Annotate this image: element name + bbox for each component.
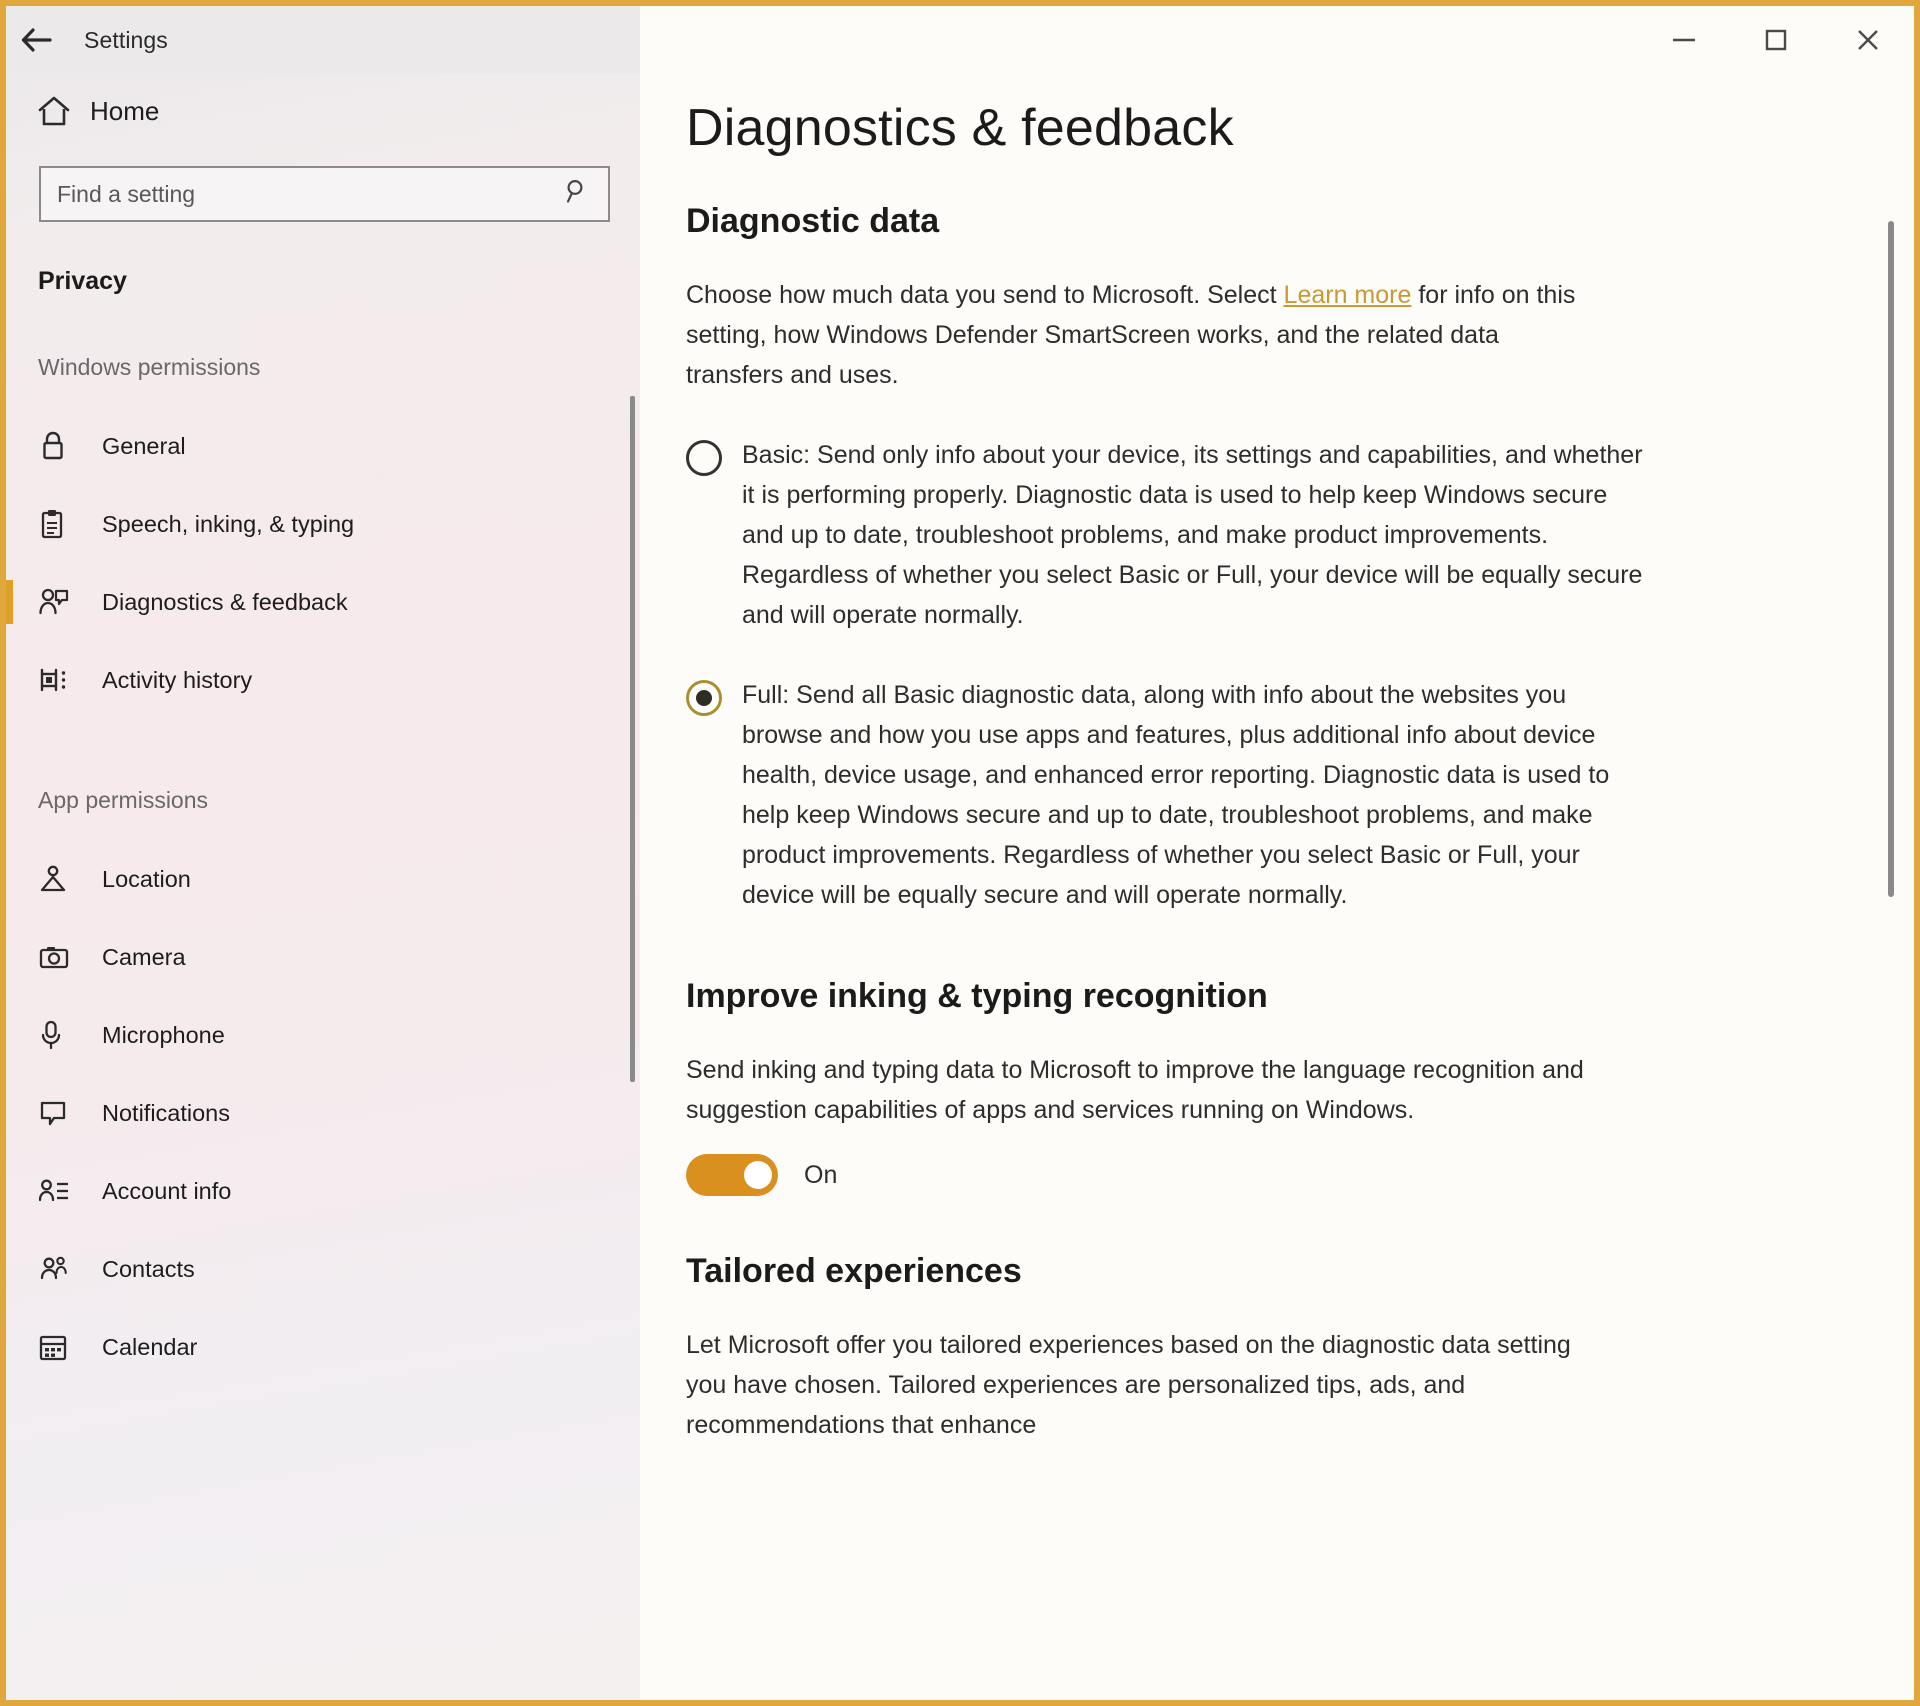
sidebar-scrollbar-thumb[interactable] xyxy=(630,396,635,1082)
camera-icon xyxy=(38,943,84,971)
calendar-icon xyxy=(38,1332,84,1362)
contacts-icon xyxy=(38,1255,84,1283)
sidebar-item-diagnostics-feedback[interactable]: Diagnostics & feedback xyxy=(6,563,640,641)
radio-basic-indicator[interactable] xyxy=(686,440,722,476)
sidebar-nav-app-permissions: Location Camera Microphone Notifications… xyxy=(6,840,640,1386)
sidebar-item-microphone-label: Microphone xyxy=(102,1021,225,1048)
maximize-icon xyxy=(1765,29,1787,51)
sidebar-item-home[interactable]: Home xyxy=(6,74,640,148)
inking-toggle-switch[interactable] xyxy=(686,1154,778,1196)
back-arrow-icon xyxy=(21,28,52,52)
sidebar-item-contacts[interactable]: Contacts xyxy=(6,1230,640,1308)
clipboard-icon xyxy=(38,508,84,540)
sidebar-item-general[interactable]: General xyxy=(6,407,640,485)
lock-icon xyxy=(38,430,84,462)
sidebar-item-location-label: Location xyxy=(102,865,191,892)
title-bar: Settings xyxy=(6,6,1914,74)
tailored-experiences-description: Let Microsoft offer you tailored experie… xyxy=(686,1331,1571,1439)
location-pin-icon xyxy=(38,863,84,895)
diagnostic-data-intro-before: Choose how much data you send to Microso… xyxy=(686,281,1284,309)
sidebar-item-speech-inking-typing[interactable]: Speech, inking, & typing xyxy=(6,485,640,563)
sidebar-item-notifications[interactable]: Notifications xyxy=(6,1074,640,1152)
app-title: Settings xyxy=(84,26,168,53)
improve-inking-description: Send inking and typing data to Microsoft… xyxy=(686,1056,1584,1124)
sidebar-nav-windows-permissions: General Speech, inking, & typing Diagnos… xyxy=(6,407,640,719)
section-heading-diagnostic-data: Diagnostic data xyxy=(686,202,940,240)
sidebar: Home Privacy Windows permissions xyxy=(6,6,640,1700)
activity-history-icon xyxy=(38,665,84,695)
page-title: Diagnostics & feedback xyxy=(686,99,1234,157)
search-input[interactable] xyxy=(41,168,608,220)
back-button[interactable] xyxy=(6,9,68,71)
sidebar-item-activity-history-label: Activity history xyxy=(102,666,253,693)
microphone-icon xyxy=(38,1019,84,1051)
notification-icon xyxy=(38,1098,84,1128)
sidebar-category-title: Privacy xyxy=(38,267,127,295)
minimize-icon xyxy=(1673,38,1695,42)
sidebar-item-microphone[interactable]: Microphone xyxy=(6,996,640,1074)
close-icon xyxy=(1858,30,1878,50)
minimize-button[interactable] xyxy=(1638,9,1730,71)
toggle-knob xyxy=(744,1161,772,1189)
diagnostic-data-intro: Choose how much data you send to Microso… xyxy=(686,241,1586,395)
title-bar-left: Settings xyxy=(6,6,640,74)
sidebar-item-diagnostics-feedback-label: Diagnostics & feedback xyxy=(102,588,348,615)
section-heading-tailored-experiences: Tailored experiences xyxy=(686,1252,1022,1290)
sidebar-item-calendar[interactable]: Calendar xyxy=(6,1308,640,1386)
main-content: Diagnostics & feedback Diagnostic data C… xyxy=(640,6,1914,1700)
sidebar-item-account-info[interactable]: Account info xyxy=(6,1152,640,1230)
search-box[interactable] xyxy=(39,166,610,222)
sidebar-item-speech-inking-typing-label: Speech, inking, & typing xyxy=(102,510,355,537)
sidebar-group-heading-windows-permissions: Windows permissions xyxy=(38,354,261,380)
sidebar-group-heading-app-permissions: App permissions xyxy=(38,787,209,813)
sidebar-item-account-info-label: Account info xyxy=(102,1177,232,1204)
maximize-button[interactable] xyxy=(1730,9,1822,71)
sidebar-item-notifications-label: Notifications xyxy=(102,1099,230,1126)
main-scrollbar-thumb[interactable] xyxy=(1888,221,1894,897)
search-container xyxy=(6,148,640,222)
window-controls xyxy=(640,6,1914,74)
radio-option-basic[interactable]: Basic: Send only info about your device,… xyxy=(686,395,1646,635)
settings-window: Settings Home Find a setting Privacy Win… xyxy=(0,0,1920,1706)
sidebar-item-general-label: General xyxy=(102,432,186,459)
close-button[interactable] xyxy=(1822,9,1914,71)
sidebar-item-home-label: Home xyxy=(90,95,160,126)
feedback-person-icon xyxy=(38,586,84,618)
radio-basic-label: Basic: Send only info about your device,… xyxy=(742,441,1643,629)
account-info-icon xyxy=(38,1177,84,1205)
radio-full-label: Full: Send all Basic diagnostic data, al… xyxy=(742,681,1610,909)
sidebar-item-activity-history[interactable]: Activity history xyxy=(6,641,640,719)
sidebar-item-calendar-label: Calendar xyxy=(102,1333,198,1360)
sidebar-item-location[interactable]: Location xyxy=(6,840,640,918)
radio-option-full[interactable]: Full: Send all Basic diagnostic data, al… xyxy=(686,635,1646,915)
inking-toggle-row[interactable]: On xyxy=(686,1130,1914,1196)
learn-more-link[interactable]: Learn more xyxy=(1284,281,1412,309)
sidebar-item-camera-label: Camera xyxy=(102,943,186,970)
sidebar-item-camera[interactable]: Camera xyxy=(6,918,640,996)
home-icon xyxy=(28,95,80,127)
radio-full-indicator[interactable] xyxy=(686,680,722,716)
sidebar-item-contacts-label: Contacts xyxy=(102,1255,195,1282)
section-heading-improve-inking: Improve inking & typing recognition xyxy=(686,977,1268,1015)
inking-toggle-state-label: On xyxy=(804,1160,838,1189)
